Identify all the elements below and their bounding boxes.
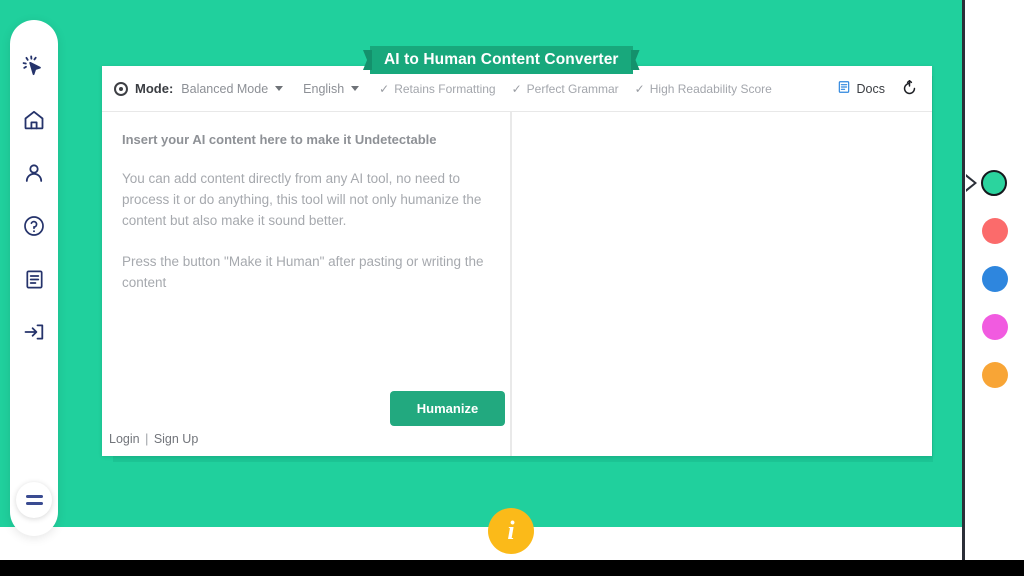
screen-root: AI to Human Content Converter Mode: Bala… — [0, 0, 1024, 576]
help-circle-icon[interactable] — [19, 211, 49, 241]
auth-links: Login | Sign Up — [109, 432, 198, 446]
hamburger-menu-icon[interactable] — [16, 482, 52, 518]
chevron-down-icon — [351, 86, 360, 91]
swatch-blue[interactable] — [982, 266, 1008, 292]
user-icon[interactable] — [19, 158, 49, 188]
sidebar-icon-list — [10, 52, 58, 347]
humanize-button[interactable]: Humanize — [390, 391, 505, 426]
home-icon[interactable] — [19, 105, 49, 135]
color-swatch-panel — [965, 0, 1024, 576]
check-icon: ✓ — [379, 81, 390, 96]
editor-panes: Insert your AI content here to make it U… — [102, 112, 932, 456]
mode-dropdown-value: Balanced Mode — [181, 81, 269, 96]
swatch-green[interactable] — [981, 170, 1007, 196]
swatch-red[interactable] — [982, 218, 1008, 244]
feature-label: Perfect Grammar — [526, 81, 619, 96]
docs-label: Docs — [856, 81, 885, 96]
check-icon: ✓ — [634, 81, 645, 96]
feature-high-readability-score: ✓ High Readability Score — [635, 82, 772, 96]
output-pane[interactable] — [512, 112, 932, 456]
placeholder-title: Insert your AI content here to make it U… — [122, 132, 437, 147]
login-link[interactable]: Login — [109, 432, 140, 446]
auth-separator: | — [145, 432, 149, 446]
feature-label: High Readability Score — [649, 81, 772, 96]
feature-perfect-grammar: ✓ Perfect Grammar — [512, 82, 619, 96]
check-icon: ✓ — [511, 81, 522, 96]
language-dropdown-value: English — [303, 81, 345, 96]
cursor-click-icon[interactable] — [19, 52, 49, 82]
chevron-right-icon-inner — [965, 176, 974, 190]
mode-dropdown[interactable]: Balanced Mode — [181, 81, 284, 96]
left-sidebar — [10, 20, 58, 536]
feature-retains-formatting: ✓ Retains Formatting — [379, 82, 495, 96]
page-title: AI to Human Content Converter — [370, 46, 633, 74]
docs-file-icon — [837, 80, 851, 97]
swatch-magenta[interactable] — [982, 314, 1008, 340]
mode-label: Mode: — [135, 81, 174, 96]
menu-bar-1 — [25, 495, 43, 498]
info-button[interactable]: i — [488, 508, 534, 554]
docs-button[interactable]: Docs — [837, 80, 885, 97]
input-pane[interactable]: Insert your AI content here to make it U… — [102, 112, 512, 456]
radio-target-icon — [114, 81, 128, 96]
document-icon[interactable] — [19, 264, 49, 294]
swatch-orange[interactable] — [982, 362, 1008, 388]
login-arrow-icon[interactable] — [19, 317, 49, 347]
chevron-down-icon — [275, 86, 284, 91]
placeholder-paragraph-1: You can add content directly from any AI… — [122, 171, 482, 228]
menu-bar-2 — [25, 502, 43, 505]
placeholder-paragraph-2: Press the button "Make it Human" after p… — [122, 253, 484, 290]
signup-link[interactable]: Sign Up — [154, 432, 198, 446]
language-dropdown[interactable]: English — [303, 81, 360, 96]
refresh-icon[interactable] — [901, 80, 918, 97]
converter-card: Mode: Balanced Mode English ✓ Retains Fo… — [102, 66, 932, 456]
feature-label: Retains Formatting — [394, 81, 496, 96]
bottom-bar — [0, 560, 1024, 576]
